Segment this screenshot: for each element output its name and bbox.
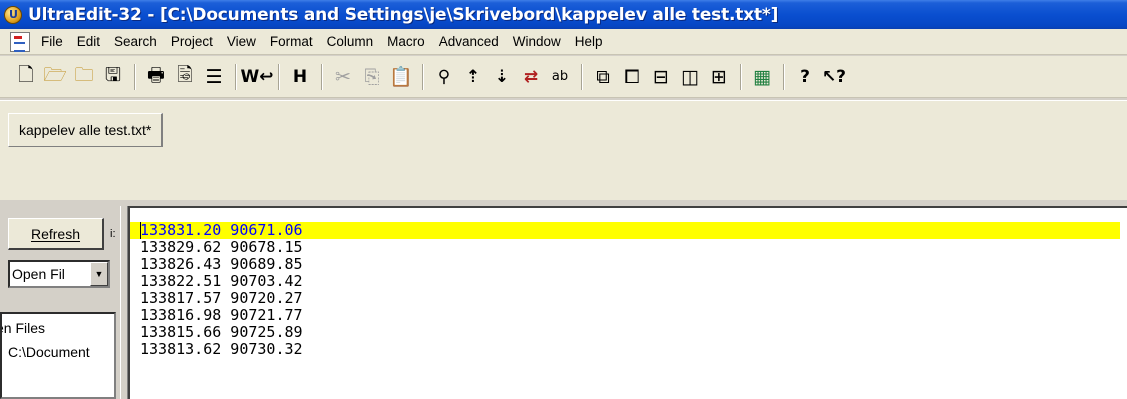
menu-column[interactable]: Column [320,32,381,51]
list-item[interactable]: C:\Document [8,344,90,360]
print-preview-icon[interactable]: 🗟 [171,63,199,91]
menu-file[interactable]: File [34,32,70,51]
page-setup-icon[interactable]: ☰ [200,63,228,91]
editor-line[interactable]: 133826.43 90689.85 [138,256,1127,273]
toolbar-separator [321,63,323,90]
toolbar-separator [740,63,742,90]
window-title: UltraEdit-32 - [C:\Documents and Setting… [28,4,779,25]
word-wrap-icon[interactable]: W↩ [241,63,274,91]
panel-label-fragment: i: [110,228,116,240]
toolbar: 🗋 🗁 🗀 🖫 🖶 🗟 ☰ W↩ H ✂ ⎘ 📋 ⚲ ⇡ ⇣ ⇄ ab ⧉ ⧠ … [0,56,1127,98]
window-list-icon[interactable]: ⊞ [705,63,733,91]
open-files-title: en Files [0,320,46,336]
menu-help[interactable]: Help [568,32,610,51]
editor-pane[interactable]: 133831.20 90671.06 133829.62 90678.15 13… [128,206,1127,399]
toolbar-separator [134,63,136,90]
new-file-icon[interactable]: 🗋 [12,63,40,91]
menu-edit[interactable]: Edit [70,32,107,51]
menu-advanced[interactable]: Advanced [432,32,506,51]
find-in-files-icon[interactable]: ab [546,63,574,91]
toolbar-separator [235,63,237,90]
editor-line[interactable]: 133813.62 90730.32 [138,341,1127,358]
menu-search[interactable]: Search [107,32,164,51]
menu-format[interactable]: Format [263,32,320,51]
copy-icon[interactable]: ⎘ [358,63,386,91]
toolbar-separator [581,63,583,90]
replace-icon[interactable]: ⇄ [517,63,545,91]
text-caret [140,222,141,239]
menu-view[interactable]: View [220,32,263,51]
find-next-icon[interactable]: ⇡ [459,63,487,91]
editor-line[interactable]: 133815.66 90725.89 [138,324,1127,341]
ultraedit-app-icon[interactable] [4,5,22,24]
refresh-button[interactable]: Refresh [8,218,104,250]
find-icon[interactable]: ⚲ [430,63,458,91]
find-prev-icon[interactable]: ⇣ [488,63,516,91]
title-bar: UltraEdit-32 - [C:\Documents and Setting… [0,0,1127,29]
panel-splitter[interactable] [120,206,128,399]
split-horizontal-icon[interactable]: ⊟ [647,63,675,91]
ftp-icon[interactable]: ▦ [748,63,776,91]
editor-line[interactable]: 133816.98 90721.77 [138,307,1127,324]
open-files-combo[interactable]: Open Fil ▼ [8,260,110,288]
print-icon[interactable]: 🖶 [142,63,170,91]
help-icon[interactable]: ? [791,63,819,91]
menu-macro[interactable]: Macro [380,32,432,51]
editor-line[interactable]: 133817.57 90720.27 [138,290,1127,307]
editor-line-current[interactable]: 133831.20 90671.06 [130,222,1120,239]
split-vertical-icon[interactable]: ◫ [676,63,704,91]
tab-kappelev-alle-test[interactable]: kappelev alle test.txt* [8,113,164,147]
open-file-icon[interactable]: 🗀 [70,63,98,91]
menu-window[interactable]: Window [506,32,568,51]
chevron-down-icon[interactable]: ▼ [90,262,108,286]
cascade-icon[interactable]: ⧠ [618,63,646,91]
menu-bar: File Edit Search Project View Format Col… [0,29,1127,55]
combo-value: Open Fil [12,266,65,282]
context-help-icon[interactable]: ↖? [820,63,848,91]
open-files-list[interactable]: en Files C:\Document [0,312,116,399]
paste-icon[interactable]: 📋 [387,63,415,91]
menu-project[interactable]: Project [164,32,220,51]
file-tree-panel: Refresh i: Open Fil ▼ en Files C:\Docume… [0,206,120,399]
document-menu-icon[interactable] [10,31,30,52]
editor-line[interactable]: 133829.62 90678.15 [138,239,1127,256]
tab-label: kappelev alle test.txt* [19,122,152,138]
editor-line[interactable]: 133822.51 90703.42 [138,273,1127,290]
cut-icon[interactable]: ✂ [329,63,357,91]
open-folder-icon[interactable]: 🗁 [41,63,69,91]
file-tab-bar: kappelev alle test.txt* [0,100,1127,200]
toolbar-separator [783,63,785,90]
hex-edit-icon[interactable]: H [286,63,314,91]
save-icon[interactable]: 🖫 [99,63,127,91]
toolbar-separator [278,63,280,90]
tile-horizontal-icon[interactable]: ⧉ [589,63,617,91]
refresh-label: Refresh [30,225,81,242]
toolbar-separator [422,63,424,90]
